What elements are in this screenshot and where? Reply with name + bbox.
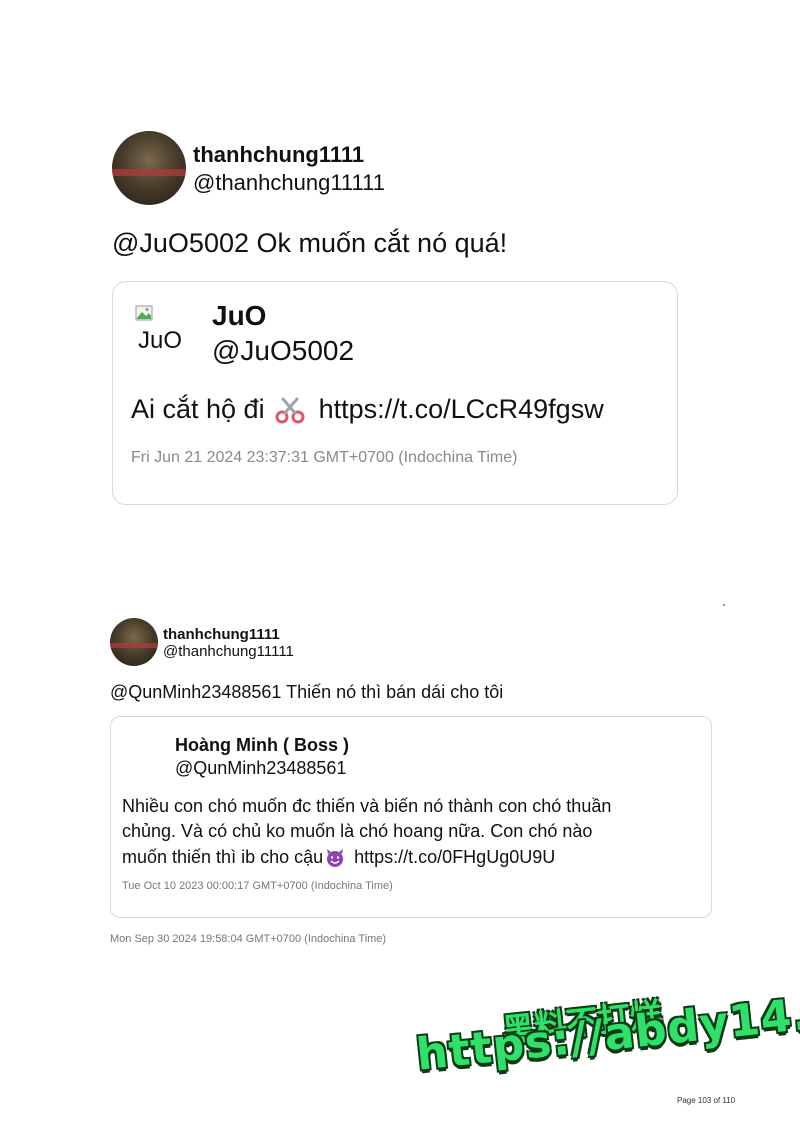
quoted2-link[interactable]: https://t.co/0FHgUg0U9U	[354, 847, 555, 868]
tweet2-author-name[interactable]: thanhchung1111	[163, 626, 280, 643]
scissors-icon	[275, 397, 305, 423]
quoted1-avatar[interactable]: JuO	[135, 305, 191, 361]
tweet2-date: Mon Sep 30 2024 19:58:04 GMT+0700 (Indoc…	[110, 933, 387, 945]
quoted2-text-line: Nhiều con chó muốn đc thiến và biến nó t…	[122, 796, 612, 816]
quoted2-author-name[interactable]: Hoàng Minh ( Boss )	[175, 735, 349, 756]
tweet1-quoted-card[interactable]	[112, 281, 678, 505]
smiling-devil-icon	[327, 848, 344, 867]
tweet1-author-name[interactable]: thanhchung1111	[193, 142, 364, 168]
quoted1-author-handle[interactable]: @JuO5002	[212, 335, 354, 367]
tweet1-author-avatar[interactable]	[112, 131, 186, 205]
avatar-image	[110, 643, 158, 648]
quoted1-link[interactable]: https://t.co/LCcR49fgsw	[319, 394, 604, 425]
quoted2-author-handle[interactable]: @QunMinh23488561	[175, 758, 346, 779]
quoted1-text-before: Ai cắt hộ đi	[131, 394, 265, 424]
quoted2-text-line: chủng. Và có chủ ko muốn là chó hoang nữ…	[122, 821, 593, 841]
tweet2-author-handle[interactable]: @thanhchung11111	[163, 643, 294, 660]
tweet1-author-handle[interactable]: @thanhchung11111	[193, 170, 385, 196]
quoted1-author-name[interactable]: JuO	[212, 300, 266, 332]
divider-dot	[723, 604, 725, 606]
watermark-url: https://abdy14.com	[414, 977, 800, 1081]
avatar-image	[112, 169, 186, 176]
page-number: Page 103 of 110	[677, 1096, 736, 1105]
quoted2-text-before: muốn thiến thì ib cho cậu	[122, 847, 324, 867]
tweet1-text: @JuO5002 Ok muốn cắt nó quá!	[112, 228, 508, 258]
tweet2-text: @QunMinh23488561 Thiến nó thì bán dái ch…	[110, 682, 504, 702]
quoted2-date: Tue Oct 10 2023 00:00:17 GMT+0700 (Indoc…	[122, 880, 393, 892]
quoted1-date: Fri Jun 21 2024 23:37:31 GMT+0700 (Indoc…	[131, 449, 518, 466]
quoted2-text-line: muốn thiến thì ib cho cậu https://t.co/0…	[122, 847, 555, 868]
tweet2-author-avatar[interactable]	[110, 618, 158, 666]
quoted1-text: Ai cắt hộ đi https://t.co/LCcR49fgsw	[131, 394, 604, 425]
quoted1-avatar-alt-text: JuO	[138, 327, 183, 354]
broken-image-icon	[135, 305, 153, 321]
